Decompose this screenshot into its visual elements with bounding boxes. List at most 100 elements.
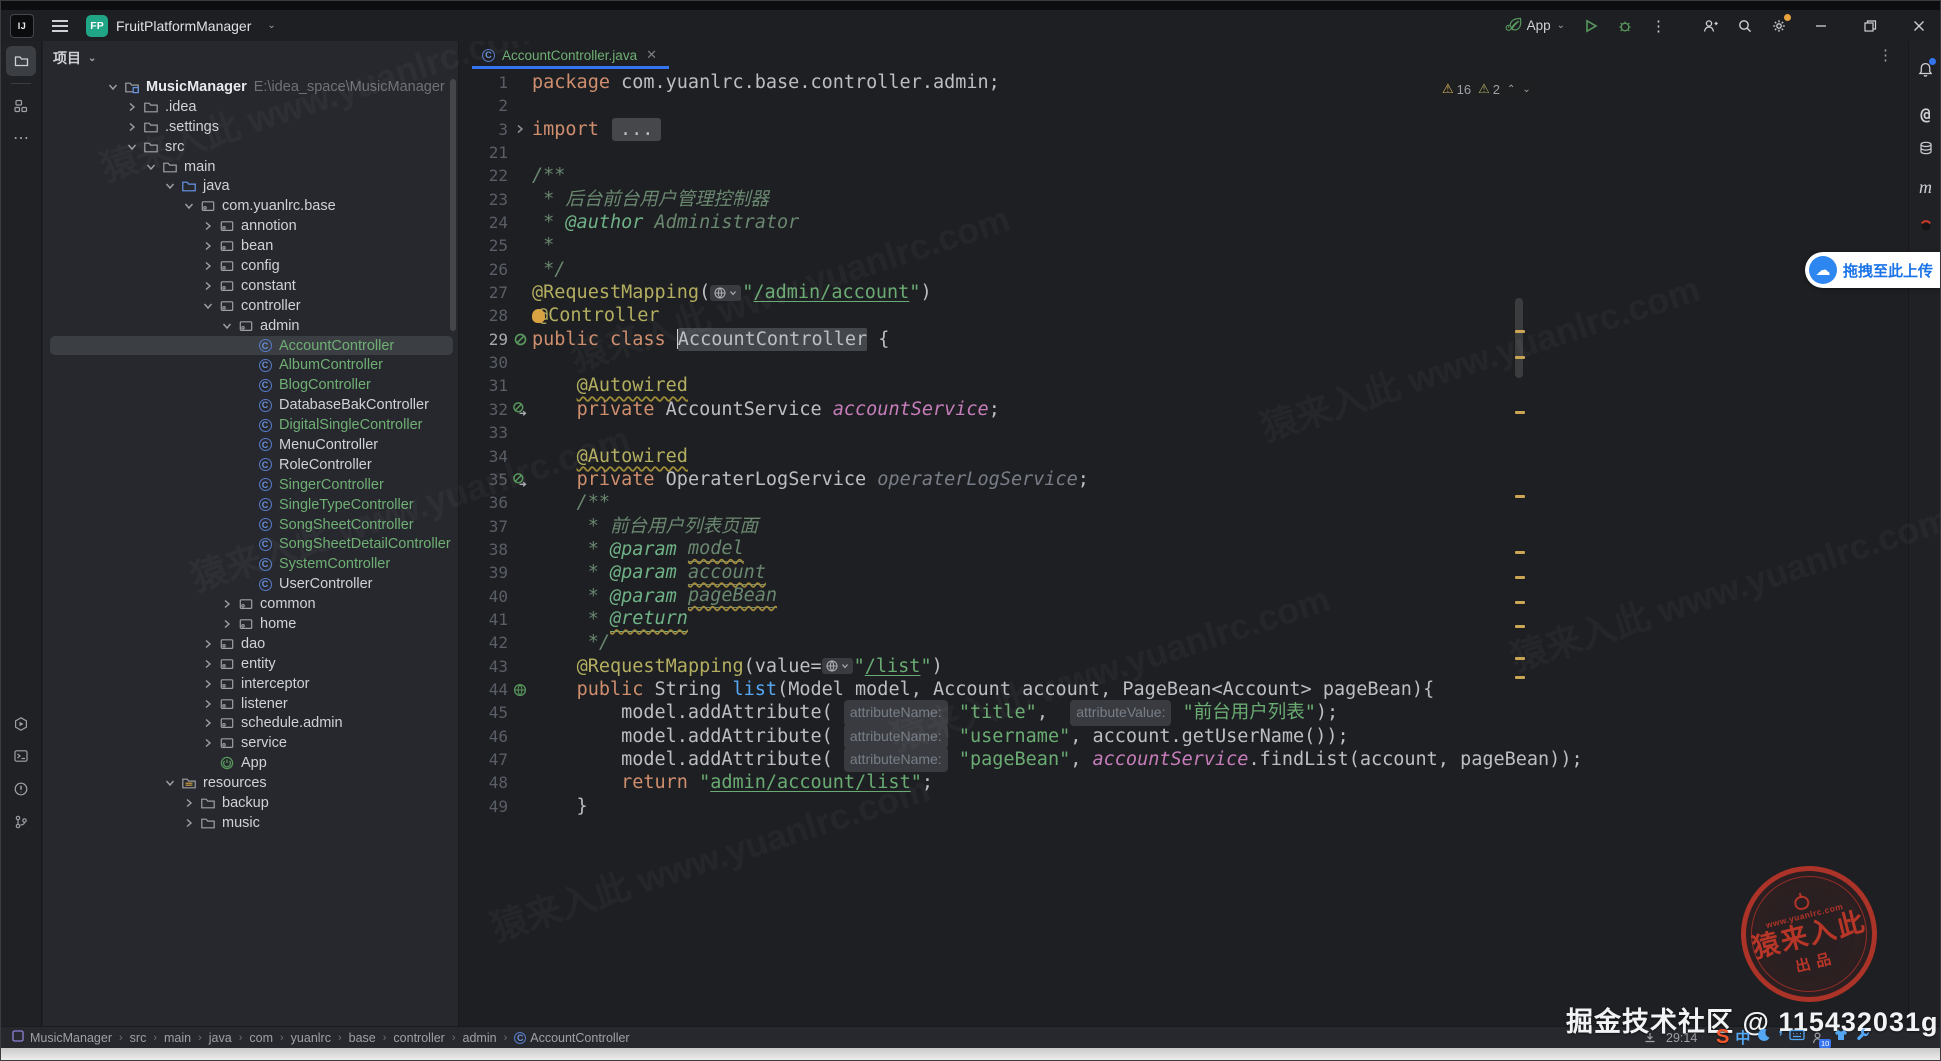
drag-upload-chip[interactable]: ☁ 拖拽至此上传 [1805,252,1941,288]
code-line-1[interactable]: 1 package com.yuanlrc.base.controller.adm… [460,71,1908,94]
close-button[interactable] [1896,10,1941,41]
line-number[interactable]: 28 [460,304,508,327]
terminal-tool-button[interactable] [6,741,36,771]
inspection-mark[interactable] [1515,676,1525,679]
tree-item-schedule.admin[interactable]: schedule.admin [43,714,458,734]
tree-item-backup[interactable]: backup [43,793,458,813]
line-number[interactable]: 38 [460,538,508,561]
debug-button[interactable] [1610,12,1640,40]
chevron-right-icon[interactable] [200,735,216,751]
line-number[interactable]: 41 [460,608,508,631]
chevron-down-icon[interactable] [143,159,159,175]
code-line-46[interactable]: 46 model.addAttribute( attributeName: "u… [460,723,1908,749]
code-line-26[interactable]: 26 */ [460,258,1908,281]
request-mapping-globe-icon[interactable] [710,284,742,301]
tree-item-config[interactable]: config [43,256,458,276]
line-number[interactable]: 35 [460,468,508,491]
gutter-bean-icon[interactable] [508,328,532,351]
maven-button[interactable]: m [1909,173,1941,201]
tree-item-home[interactable]: home [43,614,458,634]
ai-assistant-button[interactable]: @ [1909,101,1941,129]
line-number[interactable]: 39 [460,561,508,584]
line-number[interactable]: 23 [460,188,508,211]
breadcrumb-item-src[interactable]: src [130,1031,147,1045]
line-number[interactable]: 26 [460,258,508,281]
chevron-right-icon[interactable] [200,656,216,672]
inspection-mark[interactable] [1515,330,1525,333]
ime-skin-icon[interactable] [1833,1027,1849,1048]
code-line-27[interactable]: 27 @RequestMapping("/admin/account ") [460,281,1908,304]
chevron-down-icon[interactable]: ⌄ [88,53,96,64]
tree-item-.idea[interactable]: .idea [43,97,458,117]
request-mapping-globe-icon[interactable] [821,658,853,675]
version-control-tool-button[interactable] [6,807,36,837]
line-number[interactable]: 44 [460,678,508,701]
code-line-48[interactable]: 48 return " admin/account/list "; [460,771,1908,794]
tab-accountcontroller[interactable]: C AccountController.java ✕ [472,41,669,69]
tree-scrollbar[interactable] [450,79,456,331]
chevron-down-icon[interactable] [162,775,178,791]
chevron-down-icon[interactable] [105,79,121,95]
tree-item-AlbumController[interactable]: C AlbumController [43,355,458,375]
intention-bulb-icon[interactable] [532,309,545,324]
inspection-mark[interactable] [1515,625,1525,628]
inspection-mark[interactable] [1515,657,1525,660]
gutter-beanArrow-icon[interactable] [508,468,532,491]
code-line-40[interactable]: 40 * @param pageBean [460,585,1908,609]
tree-item-SingleTypeController[interactable]: C SingleTypeController [43,495,458,515]
main-menu-button[interactable] [48,16,72,36]
ime-punctuation-icon[interactable]: ’ [1778,1029,1782,1047]
database-button[interactable] [1909,134,1941,162]
tree-item-AccountController[interactable]: C AccountController [50,335,453,356]
chevron-right-icon[interactable] [181,815,197,831]
line-number[interactable]: 22 [460,164,508,187]
ime-keyboard-icon[interactable] [1789,1027,1805,1048]
breadcrumb-item-MusicManager[interactable]: MusicManager [10,1028,112,1047]
code-line-3[interactable]: 3 import ... [460,117,1908,142]
chevron-right-icon[interactable] [219,616,235,632]
tree-item-src[interactable]: src [43,137,458,157]
tree-item-SongSheetController[interactable]: C SongSheetController [43,515,458,535]
line-number[interactable]: 36 [460,491,508,514]
tree-item-com.yuanlrc.base[interactable]: com.yuanlrc.base [43,196,458,216]
chevron-right-icon[interactable] [200,218,216,234]
line-number[interactable]: 27 [460,281,508,304]
breadcrumb-item-com[interactable]: com [249,1031,273,1045]
code-line-22[interactable]: 22 /** [460,164,1908,187]
editor-scrollbar-thumb[interactable] [1515,298,1523,378]
chevron-right-icon[interactable] [200,676,216,692]
chevron-down-icon[interactable] [162,178,178,194]
tree-item-music[interactable]: music [43,813,458,833]
error-stripe[interactable] [1512,71,1528,1026]
breadcrumb-item-main[interactable]: main [164,1031,191,1045]
settings-button[interactable] [1764,12,1794,40]
inspection-mark[interactable] [1515,601,1525,604]
line-number[interactable]: 2 [460,94,508,117]
tree-item-RoleController[interactable]: C RoleController [43,455,458,475]
code-line-25[interactable]: 25 * [460,234,1908,257]
breadcrumb-item-controller[interactable]: controller [393,1031,444,1045]
project-tool-button[interactable] [6,46,36,76]
code-line-38[interactable]: 38 * @param model [460,538,1908,562]
project-name[interactable]: FruitPlatformManager [116,18,251,34]
tree-item-dao[interactable]: dao [43,634,458,654]
line-number[interactable]: 32 [460,398,508,421]
ime-user-icon[interactable]: 10 [1811,1030,1831,1048]
tree-item-SingerController[interactable]: C SingerController [43,475,458,495]
inspection-mark[interactable] [1515,551,1525,554]
notifications-button[interactable] [1909,55,1941,83]
gutter-beanArrow-icon[interactable] [508,398,532,421]
chevron-right-icon[interactable] [200,636,216,652]
gutter-mapping-icon[interactable] [508,678,532,701]
chevron-right-icon[interactable] [181,795,197,811]
code-line-24[interactable]: 24 * @author Administrator [460,211,1908,234]
run-tool-button[interactable] [6,709,36,739]
code-line-34[interactable]: 34 @Autowired [460,445,1908,468]
line-number[interactable]: 46 [460,725,508,748]
tree-item-java[interactable]: java [43,176,458,196]
code-line-33[interactable]: 33 [460,421,1908,444]
code-line-2[interactable]: 2 [460,94,1908,117]
code-line-29[interactable]: 29 public class AccountController { [460,327,1908,352]
gutter-fold-icon[interactable] [508,118,532,141]
tree-item-resources[interactable]: resources [43,773,458,793]
